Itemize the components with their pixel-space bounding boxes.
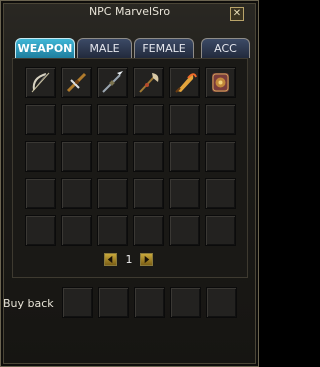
item-slot[interactable] [25, 215, 56, 246]
item-slot[interactable] [25, 67, 56, 98]
buy-back-slot[interactable] [170, 287, 201, 318]
close-icon: ✕ [232, 8, 242, 19]
bow-icon [31, 72, 50, 93]
close-button[interactable]: ✕ [230, 7, 244, 21]
item-slot[interactable] [25, 141, 56, 172]
item-slot[interactable] [133, 67, 164, 98]
page-number: 1 [125, 253, 133, 266]
tab-female[interactable]: FEMALE [134, 38, 194, 58]
flame-blade-icon [175, 73, 197, 93]
next-page-button[interactable] [140, 253, 153, 266]
item-slot[interactable] [25, 178, 56, 209]
item-slot[interactable] [61, 141, 92, 172]
item-slot[interactable] [169, 178, 200, 209]
item-slot[interactable] [97, 141, 128, 172]
glaive-icon [139, 73, 159, 93]
tower-shield-icon [212, 73, 229, 92]
item-slot[interactable] [133, 178, 164, 209]
item-slot[interactable] [169, 141, 200, 172]
buy-back-slot[interactable] [62, 287, 93, 318]
item-slot[interactable] [61, 104, 92, 135]
buy-back-slot[interactable] [134, 287, 165, 318]
item-slot[interactable] [97, 67, 128, 98]
item-slot[interactable] [205, 104, 236, 135]
buy-back-label: Buy back [3, 297, 54, 310]
item-slot[interactable] [61, 178, 92, 209]
item-slot[interactable] [25, 104, 56, 135]
tab-acc[interactable]: ACC [201, 38, 250, 58]
window-title: NPC MarvelSro [88, 5, 171, 18]
tab-male[interactable]: MALE [77, 38, 132, 58]
crossbow-icon [66, 72, 87, 93]
spear-icon [102, 71, 123, 93]
arrow-left-icon [107, 255, 113, 264]
item-slot[interactable] [97, 215, 128, 246]
item-slot[interactable] [133, 215, 164, 246]
arrow-right-icon [144, 255, 150, 264]
prev-page-button[interactable] [104, 253, 117, 266]
item-slot[interactable] [205, 178, 236, 209]
tab-weapon[interactable]: WEAPON [15, 38, 75, 58]
item-slot[interactable] [133, 141, 164, 172]
item-slot[interactable] [169, 215, 200, 246]
item-slot[interactable] [133, 104, 164, 135]
buy-back-slot[interactable] [206, 287, 237, 318]
item-slot[interactable] [205, 215, 236, 246]
item-slot[interactable] [97, 104, 128, 135]
item-slot[interactable] [97, 178, 128, 209]
item-slot[interactable] [205, 67, 236, 98]
item-slot[interactable] [61, 67, 92, 98]
buy-back-slot[interactable] [98, 287, 129, 318]
item-slot[interactable] [169, 104, 200, 135]
item-slot[interactable] [61, 215, 92, 246]
item-slot[interactable] [169, 67, 200, 98]
item-slot[interactable] [205, 141, 236, 172]
